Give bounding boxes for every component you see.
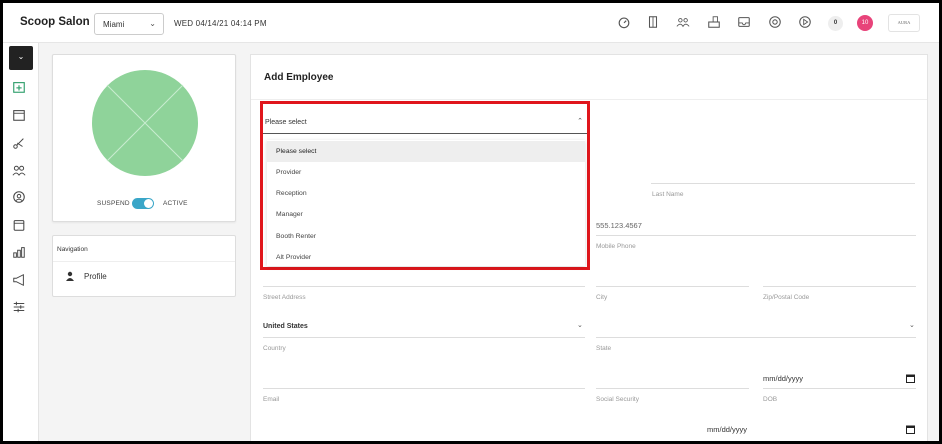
- role-option[interactable]: Reception: [267, 183, 585, 204]
- alert-count-badge[interactable]: 10: [857, 15, 873, 31]
- status-toggle[interactable]: [132, 198, 154, 209]
- street-address-label: Street Address: [263, 294, 306, 301]
- mobile-phone-label: Mobile Phone: [596, 243, 636, 250]
- rail-collapse-button[interactable]: ⌄: [9, 46, 33, 70]
- location-value: Miami: [103, 20, 125, 29]
- street-address-input[interactable]: [263, 286, 585, 287]
- chevron-down-icon: ⌄: [909, 322, 915, 329]
- calendar-icon[interactable]: [906, 374, 915, 383]
- dashboard-icon[interactable]: [616, 15, 632, 31]
- role-option[interactable]: Manager: [267, 204, 585, 225]
- chevron-down-icon: ⌄: [577, 322, 583, 329]
- zip-input[interactable]: [763, 286, 916, 287]
- support-icon[interactable]: [767, 15, 783, 31]
- current-datetime: WED 04/14/21 04:14 PM: [174, 19, 267, 28]
- role-dropdown-highlight: Please select ⌃ Please select Provider R…: [260, 101, 590, 270]
- state-label: State: [596, 345, 612, 352]
- navigation-title: Navigation: [57, 246, 88, 253]
- chevron-down-icon: ⌄: [149, 19, 156, 28]
- email-label: Email: [263, 396, 280, 403]
- role-select[interactable]: Please select ⌃: [263, 104, 587, 134]
- role-options-list: Please select Provider Reception Manager…: [267, 140, 585, 266]
- at-icon[interactable]: [12, 190, 30, 208]
- navigation-card: Navigation Profile: [52, 235, 236, 297]
- chevron-up-icon: ⌃: [577, 118, 583, 125]
- inbox-icon[interactable]: [736, 15, 752, 31]
- avatar[interactable]: [91, 69, 199, 177]
- city-label: City: [596, 294, 608, 301]
- calendar-add-icon[interactable]: [12, 80, 30, 98]
- role-option[interactable]: Booth Renter: [267, 226, 585, 247]
- box-icon[interactable]: [12, 218, 30, 236]
- ssn-input[interactable]: [596, 388, 749, 389]
- dob-input[interactable]: mm/dd/yyyy: [763, 374, 803, 383]
- role-option[interactable]: Please select: [267, 141, 585, 162]
- sliders-icon[interactable]: [12, 300, 30, 318]
- role-option[interactable]: Provider: [267, 162, 585, 183]
- email-input[interactable]: [263, 388, 585, 389]
- calendar-icon[interactable]: [12, 108, 30, 126]
- dob-underline: [763, 388, 916, 389]
- divider: [53, 261, 235, 262]
- register-icon[interactable]: [706, 15, 722, 31]
- play-icon[interactable]: [797, 15, 813, 31]
- chart-icon[interactable]: [12, 245, 30, 263]
- top-bar: Scoop Salon Miami ⌄ WED 04/14/21 04:14 P…: [3, 3, 939, 43]
- app-window: Scoop Salon Miami ⌄ WED 04/14/21 04:14 P…: [0, 0, 942, 444]
- nav-item-profile[interactable]: Profile: [65, 270, 205, 284]
- profile-card: SUSPEND ACTIVE: [52, 54, 236, 222]
- last-name-label: Last Name: [652, 191, 684, 198]
- country-label: Country: [263, 345, 286, 352]
- ssn-label: Social Security: [596, 396, 639, 403]
- state-select[interactable]: [596, 337, 916, 338]
- user-menu-button[interactable]: AURA: [888, 14, 920, 32]
- door-icon[interactable]: [645, 15, 661, 31]
- country-select[interactable]: United States: [263, 323, 308, 330]
- group-icon[interactable]: [675, 15, 691, 31]
- zip-label: Zip/Postal Code: [763, 294, 810, 301]
- nav-item-label: Profile: [84, 272, 107, 281]
- divider: [251, 99, 927, 100]
- person-icon: [66, 271, 74, 281]
- suspend-label: SUSPEND: [97, 200, 130, 207]
- role-option[interactable]: Alt Provider: [267, 247, 585, 268]
- left-rail: ⌄: [3, 43, 39, 441]
- last-name-input[interactable]: [651, 183, 915, 184]
- people-icon[interactable]: [12, 163, 30, 181]
- role-select-value: Please select: [265, 119, 307, 126]
- active-label: ACTIVE: [163, 200, 188, 207]
- scissors-icon[interactable]: [12, 136, 30, 154]
- date-input[interactable]: mm/dd/yyyy: [707, 425, 747, 434]
- page-title: Add Employee: [264, 72, 334, 83]
- country-underline: [263, 337, 585, 338]
- location-select[interactable]: Miami ⌄: [94, 13, 164, 35]
- dob-label: DOB: [763, 396, 778, 403]
- megaphone-icon[interactable]: [12, 273, 30, 291]
- brand-name: Scoop Salon: [20, 16, 90, 28]
- phone-input[interactable]: 555.123.4567: [596, 221, 642, 230]
- status-toggle-row: SUSPEND ACTIVE: [53, 196, 237, 212]
- phone-underline: [596, 235, 916, 236]
- city-input[interactable]: [596, 286, 749, 287]
- notification-count-badge[interactable]: 0: [828, 16, 843, 31]
- calendar-icon[interactable]: [906, 425, 915, 434]
